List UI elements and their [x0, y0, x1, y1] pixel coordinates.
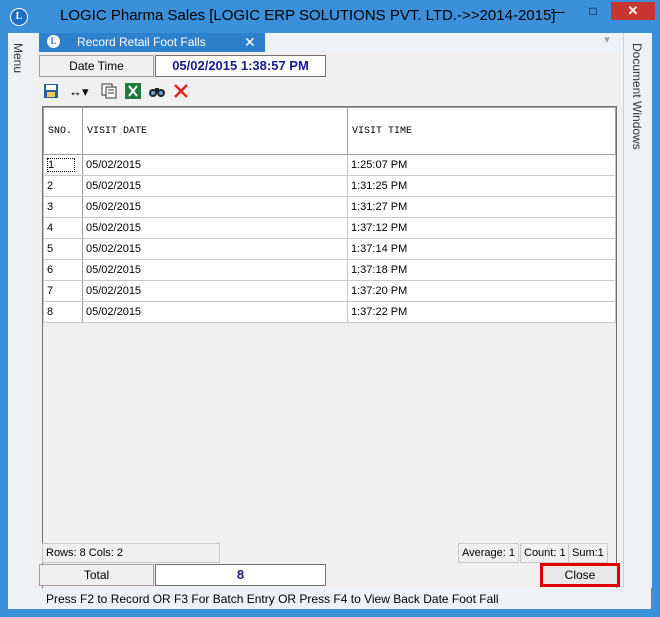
table-row[interactable]: 4 05/02/2015 1:37:12 PM: [43, 217, 616, 239]
copy-icon[interactable]: [100, 82, 118, 102]
tab-label: Record Retail Foot Falls: [77, 35, 206, 49]
visit-time-cell[interactable]: 1:37:14 PM: [347, 238, 616, 260]
total-label: Total: [39, 564, 154, 586]
datetime-label: Date Time: [39, 55, 154, 77]
minimize-button[interactable]: —: [545, 2, 571, 20]
visit-date-cell[interactable]: 05/02/2015: [82, 217, 348, 239]
sno-cell[interactable]: 1: [43, 154, 83, 176]
save-layout-icon[interactable]: [42, 82, 60, 102]
visit-date-cell[interactable]: 05/02/2015: [82, 196, 348, 218]
sum-status: Sum:1: [568, 543, 608, 563]
rows-cols-status: Rows: 8 Cols: 2: [42, 543, 220, 563]
grid-status-bar: Rows: 8 Cols: 2 Average: 1 Count: 1 Sum:…: [42, 543, 616, 563]
logic-tab-icon: L: [47, 35, 60, 48]
average-status: Average: 1: [458, 543, 520, 563]
column-header-visit-date[interactable]: VISIT DATE: [82, 107, 348, 155]
table-row[interactable]: 5 05/02/2015 1:37:14 PM: [43, 238, 616, 260]
delete-icon[interactable]: [172, 82, 190, 102]
document-windows-panel[interactable]: Document Windows: [623, 33, 652, 588]
visit-date-cell[interactable]: 05/02/2015: [82, 175, 348, 197]
sno-value: 1: [47, 158, 76, 172]
form-content: Date Time 05/02/2015 1:38:57 PM ↔▾ SNO. …: [30, 52, 623, 598]
visit-date-cell[interactable]: 05/02/2015: [82, 301, 348, 323]
visit-time-cell[interactable]: 1:37:12 PM: [347, 217, 616, 239]
excel-export-icon[interactable]: [124, 82, 142, 102]
tab-close-button[interactable]: ✕: [244, 33, 256, 51]
table-row[interactable]: 7 05/02/2015 1:37:20 PM: [43, 280, 616, 302]
table-row[interactable]: 3 05/02/2015 1:31:27 PM: [43, 196, 616, 218]
table-row[interactable]: 8 05/02/2015 1:37:22 PM: [43, 301, 616, 323]
tab-strip: L Record Retail Foot Falls ✕ ▼: [30, 33, 623, 52]
visit-time-cell[interactable]: 1:37:20 PM: [347, 280, 616, 302]
tab-record-retail-foot-falls[interactable]: L Record Retail Foot Falls ✕: [39, 33, 265, 52]
grid-header-row: SNO. VISIT DATE VISIT TIME: [43, 107, 616, 155]
sno-cell[interactable]: 8: [43, 301, 83, 323]
visit-date-cell[interactable]: 05/02/2015: [82, 259, 348, 281]
tab-list-dropdown-icon[interactable]: ▼: [602, 35, 612, 46]
foot-falls-grid[interactable]: SNO. VISIT DATE VISIT TIME 1 05/02/2015 …: [42, 106, 617, 598]
app-logo-icon: L: [10, 8, 28, 26]
find-icon[interactable]: [148, 82, 166, 102]
column-width-icon[interactable]: ↔▾: [69, 82, 89, 102]
datetime-value: 05/02/2015 1:38:57 PM: [155, 55, 326, 77]
close-window-button[interactable]: ✕: [611, 2, 655, 20]
document-windows-label[interactable]: Document Windows: [630, 43, 644, 150]
visit-time-cell[interactable]: 1:31:27 PM: [347, 196, 616, 218]
visit-date-cell[interactable]: 05/02/2015: [82, 280, 348, 302]
menu-panel[interactable]: Menu: [8, 33, 31, 588]
table-row[interactable]: 2 05/02/2015 1:31:25 PM: [43, 175, 616, 197]
menu-panel-label[interactable]: Menu: [11, 43, 25, 73]
visit-date-cell[interactable]: 05/02/2015: [82, 154, 348, 176]
sno-cell[interactable]: 4: [43, 217, 83, 239]
visit-time-cell[interactable]: 1:37:18 PM: [347, 259, 616, 281]
sno-cell[interactable]: 3: [43, 196, 83, 218]
column-header-sno[interactable]: SNO.: [43, 107, 83, 155]
close-button[interactable]: Close: [540, 563, 620, 587]
maximize-button[interactable]: □: [580, 2, 606, 20]
sno-cell[interactable]: 2: [43, 175, 83, 197]
grid-toolbar: ↔▾: [42, 82, 342, 102]
table-row[interactable]: 6 05/02/2015 1:37:18 PM: [43, 259, 616, 281]
visit-time-cell[interactable]: 1:25:07 PM: [347, 154, 616, 176]
sno-cell[interactable]: 7: [43, 280, 83, 302]
foot-falls-table: SNO. VISIT DATE VISIT TIME 1 05/02/2015 …: [43, 107, 616, 323]
sno-cell[interactable]: 6: [43, 259, 83, 281]
total-value: 8: [155, 564, 326, 586]
keyboard-hint: Press F2 to Record OR F3 For Batch Entry…: [46, 592, 499, 606]
count-status: Count: 1: [520, 543, 570, 563]
table-row[interactable]: 1 05/02/2015 1:25:07 PM: [43, 154, 616, 176]
sno-cell[interactable]: 5: [43, 238, 83, 260]
visit-time-cell[interactable]: 1:37:22 PM: [347, 301, 616, 323]
visit-time-cell[interactable]: 1:31:25 PM: [347, 175, 616, 197]
visit-date-cell[interactable]: 05/02/2015: [82, 238, 348, 260]
window-title: LOGIC Pharma Sales [LOGIC ERP SOLUTIONS …: [60, 7, 556, 24]
title-bar: L LOGIC Pharma Sales [LOGIC ERP SOLUTION…: [0, 0, 660, 33]
column-header-visit-time[interactable]: VISIT TIME: [347, 107, 616, 155]
